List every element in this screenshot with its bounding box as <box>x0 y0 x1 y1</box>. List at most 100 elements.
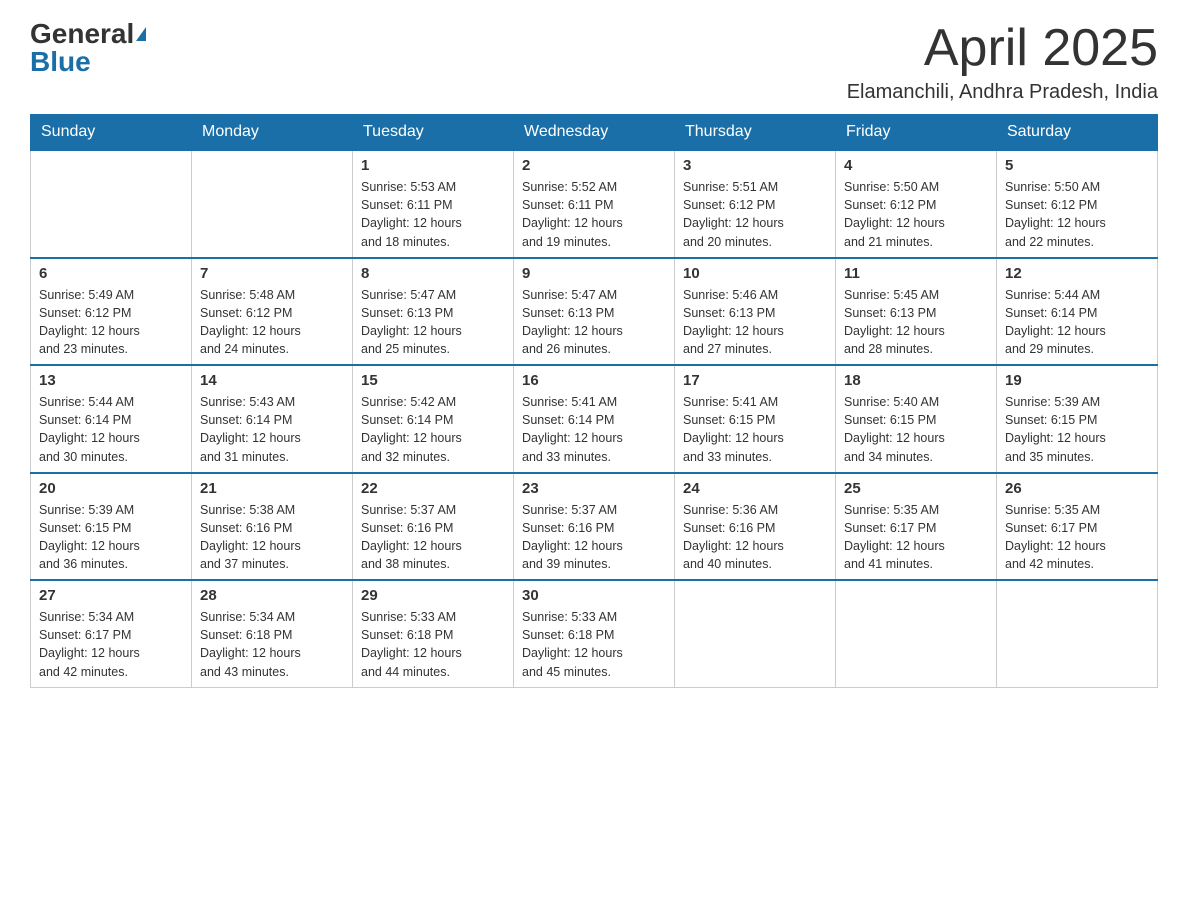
day-number: 22 <box>361 480 505 497</box>
day-info: Sunrise: 5:44 AM Sunset: 6:14 PM Dayligh… <box>39 393 183 466</box>
week-row-2: 6Sunrise: 5:49 AM Sunset: 6:12 PM Daylig… <box>31 258 1158 366</box>
day-number: 15 <box>361 372 505 389</box>
logo-general-text: General <box>30 20 134 48</box>
day-info: Sunrise: 5:39 AM Sunset: 6:15 PM Dayligh… <box>1005 393 1149 466</box>
day-info: Sunrise: 5:33 AM Sunset: 6:18 PM Dayligh… <box>522 608 666 681</box>
day-number: 5 <box>1005 157 1149 174</box>
day-number: 21 <box>200 480 344 497</box>
calendar-cell: 29 Sunrise: 5:33 AM Sunset: 6:18 PM Dayli… <box>353 580 514 687</box>
calendar-cell: 24Sunrise: 5:36 AM Sunset: 6:16 PM Dayli… <box>675 473 836 581</box>
weekday-header-friday: Friday <box>836 115 997 151</box>
day-info: Sunrise: 5:52 AM Sunset: 6:11 PM Dayligh… <box>522 178 666 251</box>
day-number: 13 <box>39 372 183 389</box>
day-info: Sunrise: 5:35 AM Sunset: 6:17 PM Dayligh… <box>1005 501 1149 574</box>
weekday-header-thursday: Thursday <box>675 115 836 151</box>
weekday-header-wednesday: Wednesday <box>514 115 675 151</box>
calendar-cell <box>192 150 353 258</box>
day-number: 14 <box>200 372 344 389</box>
day-number: 28 <box>200 587 344 604</box>
calendar-cell: 3Sunrise: 5:51 AM Sunset: 6:12 PM Daylig… <box>675 150 836 258</box>
weekday-header-monday: Monday <box>192 115 353 151</box>
day-info: Sunrise: 5:47 AM Sunset: 6:13 PM Dayligh… <box>361 286 505 359</box>
day-info: Sunrise: 5:45 AM Sunset: 6:13 PM Dayligh… <box>844 286 988 359</box>
page-header: General Blue April 2025 Elamanchili, And… <box>30 20 1158 104</box>
day-info: Sunrise: 5:41 AM Sunset: 6:15 PM Dayligh… <box>683 393 827 466</box>
logo-blue-text: Blue <box>30 46 91 77</box>
day-number: 2 <box>522 157 666 174</box>
day-number: 10 <box>683 265 827 282</box>
day-info: Sunrise: 5:34 AM Sunset: 6:17 PM Dayligh… <box>39 608 183 681</box>
day-number: 11 <box>844 265 988 282</box>
day-info: Sunrise: 5:42 AM Sunset: 6:14 PM Dayligh… <box>361 393 505 466</box>
month-title: April 2025 <box>847 20 1158 77</box>
calendar-cell: 7 Sunrise: 5:48 AM Sunset: 6:12 PM Daylig… <box>192 258 353 366</box>
logo: General Blue <box>30 20 146 76</box>
weekday-header-tuesday: Tuesday <box>353 115 514 151</box>
day-info: Sunrise: 5:50 AM Sunset: 6:12 PM Dayligh… <box>1005 178 1149 251</box>
day-number: 27 <box>39 587 183 604</box>
calendar-cell: 11 Sunrise: 5:45 AM Sunset: 6:13 PM Dayli… <box>836 258 997 366</box>
calendar-table: SundayMondayTuesdayWednesdayThursdayFrid… <box>30 114 1158 688</box>
weekday-header-sunday: Sunday <box>31 115 192 151</box>
logo-triangle-icon <box>136 27 146 41</box>
day-number: 30 <box>522 587 666 604</box>
day-number: 9 <box>522 265 666 282</box>
calendar-cell: 23 Sunrise: 5:37 AM Sunset: 6:16 PM Dayli… <box>514 473 675 581</box>
day-number: 1 <box>361 157 505 174</box>
day-info: Sunrise: 5:36 AM Sunset: 6:16 PM Dayligh… <box>683 501 827 574</box>
day-number: 23 <box>522 480 666 497</box>
day-number: 17 <box>683 372 827 389</box>
calendar-cell: 17 Sunrise: 5:41 AM Sunset: 6:15 PM Dayli… <box>675 365 836 473</box>
calendar-cell: 21 Sunrise: 5:38 AM Sunset: 6:16 PM Dayli… <box>192 473 353 581</box>
day-number: 4 <box>844 157 988 174</box>
day-info: Sunrise: 5:47 AM Sunset: 6:13 PM Dayligh… <box>522 286 666 359</box>
calendar-cell: 10 Sunrise: 5:46 AM Sunset: 6:13 PM Dayli… <box>675 258 836 366</box>
day-info: Sunrise: 5:33 AM Sunset: 6:18 PM Dayligh… <box>361 608 505 681</box>
day-info: Sunrise: 5:37 AM Sunset: 6:16 PM Dayligh… <box>522 501 666 574</box>
calendar-cell <box>836 580 997 687</box>
day-info: Sunrise: 5:53 AM Sunset: 6:11 PM Dayligh… <box>361 178 505 251</box>
calendar-cell: 25 Sunrise: 5:35 AM Sunset: 6:17 PM Dayli… <box>836 473 997 581</box>
calendar-cell: 12Sunrise: 5:44 AM Sunset: 6:14 PM Dayli… <box>997 258 1158 366</box>
day-info: Sunrise: 5:35 AM Sunset: 6:17 PM Dayligh… <box>844 501 988 574</box>
calendar-cell: 6Sunrise: 5:49 AM Sunset: 6:12 PM Daylig… <box>31 258 192 366</box>
day-number: 29 <box>361 587 505 604</box>
calendar-cell <box>675 580 836 687</box>
calendar-cell: 13 Sunrise: 5:44 AM Sunset: 6:14 PM Dayli… <box>31 365 192 473</box>
week-row-5: 27 Sunrise: 5:34 AM Sunset: 6:17 PM Dayli… <box>31 580 1158 687</box>
day-info: Sunrise: 5:51 AM Sunset: 6:12 PM Dayligh… <box>683 178 827 251</box>
calendar-cell: 5 Sunrise: 5:50 AM Sunset: 6:12 PM Daylig… <box>997 150 1158 258</box>
day-info: Sunrise: 5:48 AM Sunset: 6:12 PM Dayligh… <box>200 286 344 359</box>
week-row-4: 20Sunrise: 5:39 AM Sunset: 6:15 PM Dayli… <box>31 473 1158 581</box>
calendar-cell: 26 Sunrise: 5:35 AM Sunset: 6:17 PM Dayli… <box>997 473 1158 581</box>
calendar-cell: 2 Sunrise: 5:52 AM Sunset: 6:11 PM Daylig… <box>514 150 675 258</box>
calendar-cell: 19 Sunrise: 5:39 AM Sunset: 6:15 PM Dayli… <box>997 365 1158 473</box>
calendar-cell <box>997 580 1158 687</box>
day-info: Sunrise: 5:40 AM Sunset: 6:15 PM Dayligh… <box>844 393 988 466</box>
day-info: Sunrise: 5:46 AM Sunset: 6:13 PM Dayligh… <box>683 286 827 359</box>
day-number: 12 <box>1005 265 1149 282</box>
day-number: 20 <box>39 480 183 497</box>
calendar-cell: 28Sunrise: 5:34 AM Sunset: 6:18 PM Dayli… <box>192 580 353 687</box>
day-number: 8 <box>361 265 505 282</box>
day-number: 7 <box>200 265 344 282</box>
calendar-cell: 30 Sunrise: 5:33 AM Sunset: 6:18 PM Dayli… <box>514 580 675 687</box>
calendar-cell: 18Sunrise: 5:40 AM Sunset: 6:15 PM Dayli… <box>836 365 997 473</box>
calendar-cell: 8 Sunrise: 5:47 AM Sunset: 6:13 PM Daylig… <box>353 258 514 366</box>
calendar-cell: 20Sunrise: 5:39 AM Sunset: 6:15 PM Dayli… <box>31 473 192 581</box>
day-info: Sunrise: 5:41 AM Sunset: 6:14 PM Dayligh… <box>522 393 666 466</box>
day-info: Sunrise: 5:38 AM Sunset: 6:16 PM Dayligh… <box>200 501 344 574</box>
weekday-header-saturday: Saturday <box>997 115 1158 151</box>
calendar-cell: 15 Sunrise: 5:42 AM Sunset: 6:14 PM Dayli… <box>353 365 514 473</box>
week-row-3: 13 Sunrise: 5:44 AM Sunset: 6:14 PM Dayli… <box>31 365 1158 473</box>
calendar-cell: 14 Sunrise: 5:43 AM Sunset: 6:14 PM Dayli… <box>192 365 353 473</box>
day-number: 25 <box>844 480 988 497</box>
day-info: Sunrise: 5:50 AM Sunset: 6:12 PM Dayligh… <box>844 178 988 251</box>
location-title: Elamanchili, Andhra Pradesh, India <box>847 81 1158 104</box>
calendar-cell: 22Sunrise: 5:37 AM Sunset: 6:16 PM Dayli… <box>353 473 514 581</box>
calendar-cell: 4 Sunrise: 5:50 AM Sunset: 6:12 PM Daylig… <box>836 150 997 258</box>
day-info: Sunrise: 5:43 AM Sunset: 6:14 PM Dayligh… <box>200 393 344 466</box>
day-number: 19 <box>1005 372 1149 389</box>
day-number: 26 <box>1005 480 1149 497</box>
calendar-cell: 9 Sunrise: 5:47 AM Sunset: 6:13 PM Daylig… <box>514 258 675 366</box>
